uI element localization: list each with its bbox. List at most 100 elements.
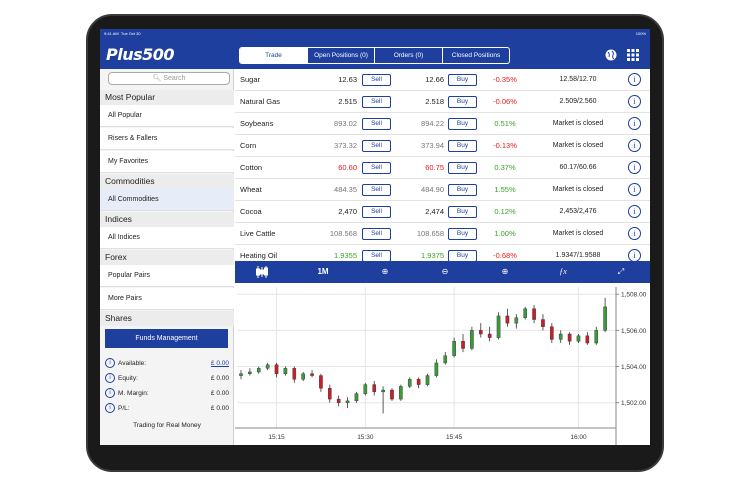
tab-open-positions[interactable]: Open Positions (0) xyxy=(308,48,375,63)
info-icon[interactable]: i xyxy=(628,227,641,240)
sidebar-item-popular-pairs[interactable]: Popular Pairs xyxy=(100,265,234,287)
info-icon[interactable]: i xyxy=(628,183,641,196)
candle-body xyxy=(603,306,607,331)
instrument-row[interactable]: Sugar 12.63 Sell 12.66 Buy -0.35% 12.58/12.70 i xyxy=(235,69,650,91)
section-shares: Shares xyxy=(100,311,234,326)
search-input[interactable]: 🔍︎ Search xyxy=(108,72,230,85)
instrument-row[interactable]: Live Cattle 108.568 Sell 108.658 Buy 1.00% Mar… xyxy=(235,223,650,245)
sidebar-item-all-indices[interactable]: All Indices xyxy=(100,227,234,249)
sell-button[interactable]: Sell xyxy=(362,162,391,174)
buy-button[interactable]: Buy xyxy=(448,184,477,196)
status-battery: 100% xyxy=(635,31,646,36)
sidebar-item-more-pairs[interactable]: More Pairs xyxy=(100,288,234,310)
buy-button[interactable]: Buy xyxy=(448,206,477,218)
instrument-row[interactable]: Natural Gas 2.515 Sell 2.518 Buy -0.06% 2.509/… xyxy=(235,91,650,113)
available-value-link[interactable]: £ 0.00 xyxy=(211,358,229,370)
y-tick-label: 1,504.00 xyxy=(621,364,647,371)
info-icon[interactable]: i xyxy=(105,358,115,369)
candle-body xyxy=(443,355,448,364)
high-low-range: 60.17/60.66 xyxy=(559,164,597,171)
candle-body xyxy=(452,341,456,356)
change-percent: -0.13% xyxy=(493,141,517,150)
grid-menu-icon[interactable] xyxy=(627,49,639,61)
x-tick-label: 15:30 xyxy=(357,434,374,441)
tab-closed-positions[interactable]: Closed Positions xyxy=(443,48,509,63)
buy-button[interactable]: Buy xyxy=(448,74,477,86)
sell-button[interactable]: Sell xyxy=(362,74,391,86)
x-tick-label: 15:45 xyxy=(446,434,463,441)
instrument-name: Live Cattle xyxy=(240,229,276,238)
candlestick-chart-svg: 1,502.00 1,504.00 1,506.00 1,508.00 15:15 15:… xyxy=(235,287,647,445)
info-icon[interactable]: i xyxy=(628,73,641,86)
globe-icon[interactable] xyxy=(605,49,617,61)
sell-price: 108.568 xyxy=(329,229,357,238)
candle-body xyxy=(558,333,563,340)
sell-button[interactable]: Sell xyxy=(362,96,391,108)
instrument-row[interactable]: Soybeans 893.02 Sell 894.22 Buy 0.51% Market i… xyxy=(235,113,650,135)
change-percent: -0.06% xyxy=(493,97,517,106)
sidebar-item-all-commodities[interactable]: All Commodities xyxy=(100,189,234,211)
buy-button[interactable]: Buy xyxy=(448,228,477,240)
candle-body xyxy=(496,315,501,338)
candle-body xyxy=(461,341,465,349)
info-icon[interactable]: i xyxy=(105,373,115,384)
candle-body xyxy=(425,375,430,385)
instrument-name: Corn xyxy=(240,141,257,150)
high-low-range: 2,453/2,476 xyxy=(559,208,597,215)
buy-price: 12.66 xyxy=(425,75,444,84)
funds-management-button[interactable]: Funds Management xyxy=(105,329,228,348)
instrument-name: Wheat xyxy=(240,185,262,194)
sidebar-item-my-favorites[interactable]: My Favorites xyxy=(100,151,234,173)
instrument-row[interactable]: Cocoa 2,470 Sell 2,474 Buy 0.12% 2,453/2,476 i xyxy=(235,201,650,223)
high-low-range: 2.509/2.560 xyxy=(559,98,597,105)
brand-logo: Plus500 xyxy=(106,45,175,64)
zoom-in-icon[interactable]: ⊕ xyxy=(375,261,395,283)
candle-body xyxy=(487,333,492,338)
tab-orders[interactable]: Orders (0) xyxy=(375,48,443,63)
instrument-name: Sugar xyxy=(240,75,261,84)
buy-button[interactable]: Buy xyxy=(448,118,477,130)
info-icon[interactable]: i xyxy=(628,161,641,174)
candle-body xyxy=(585,335,590,344)
y-tick-label: 1,502.00 xyxy=(621,400,647,407)
buy-price: 894.22 xyxy=(421,119,444,128)
candle-body xyxy=(576,335,581,342)
sell-button[interactable]: Sell xyxy=(362,228,391,240)
candle-body xyxy=(310,373,314,376)
sell-button[interactable]: Sell xyxy=(362,118,391,130)
sidebar-item-risers-fallers[interactable]: Risers & Fallers xyxy=(100,128,234,150)
fullscreen-expand-icon[interactable]: ⤢ xyxy=(611,261,631,283)
sell-button[interactable]: Sell xyxy=(362,206,391,218)
candle-body xyxy=(345,400,350,403)
zoom-out-icon[interactable]: ⊖ xyxy=(435,261,455,283)
instrument-row[interactable]: Wheat 484.35 Sell 484.90 Buy 1.55% Market is c… xyxy=(235,179,650,201)
price-chart[interactable]: 1,502.00 1,504.00 1,506.00 1,508.00 15:15 15:… xyxy=(235,283,650,445)
period-selector-button[interactable]: 1M xyxy=(313,261,333,283)
info-icon[interactable]: i xyxy=(628,117,641,130)
info-icon[interactable]: i xyxy=(105,403,115,414)
instrument-row[interactable]: Corn 373.32 Sell 373.94 Buy -0.13% Market is c… xyxy=(235,135,650,157)
buy-button[interactable]: Buy xyxy=(448,140,477,152)
buy-price: 484.90 xyxy=(421,185,444,194)
info-icon[interactable]: i xyxy=(628,95,641,108)
sell-button[interactable]: Sell xyxy=(362,140,391,152)
candle-body xyxy=(523,308,527,318)
candle-body xyxy=(594,330,599,344)
instrument-row[interactable]: Cotton 60.60 Sell 60.75 Buy 0.37% 60.17/60.66 i xyxy=(235,157,650,179)
sell-button[interactable]: Sell xyxy=(362,184,391,196)
buy-price: 60.75 xyxy=(425,163,444,172)
buy-button[interactable]: Buy xyxy=(448,162,477,174)
candlestick-type-icon[interactable] xyxy=(255,265,269,279)
tab-trade[interactable]: Trade xyxy=(240,48,308,63)
zoom-reset-icon[interactable]: ⊕ xyxy=(495,261,515,283)
candle-body xyxy=(407,378,412,387)
sidebar-item-all-popular[interactable]: All Popular xyxy=(100,105,234,127)
indicators-fx-icon[interactable]: ƒx xyxy=(553,261,573,283)
buy-button[interactable]: Buy xyxy=(448,96,477,108)
info-icon[interactable]: i xyxy=(105,388,115,399)
info-icon[interactable]: i xyxy=(628,205,641,218)
x-tick-label: 16:00 xyxy=(570,434,587,441)
info-icon[interactable]: i xyxy=(628,139,641,152)
change-percent: 1.55% xyxy=(494,185,516,194)
candle-body xyxy=(239,373,243,376)
